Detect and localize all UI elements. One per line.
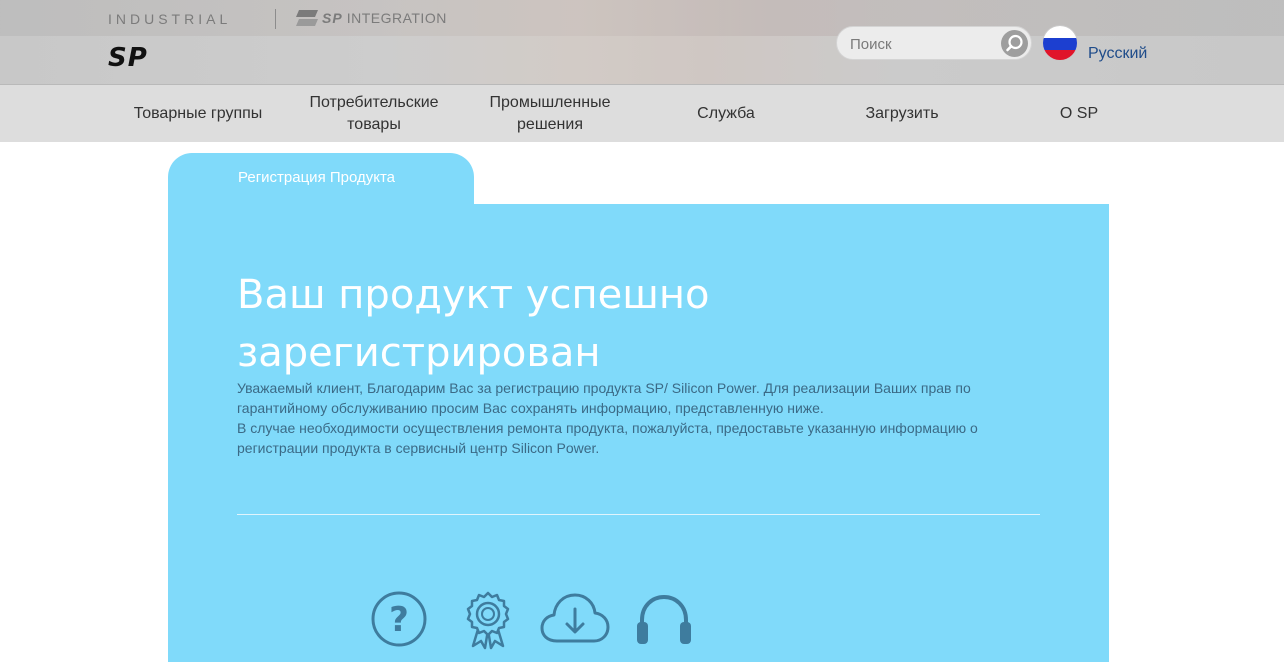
- sp-logo[interactable]: SP: [108, 45, 148, 71]
- cloud-download-icon[interactable]: [540, 590, 610, 646]
- top-header: INDUSTRIAL SP INTEGRATION SP Русский: [0, 0, 1284, 85]
- search-icon: [1006, 34, 1023, 52]
- info-paragraph-1: Уважаемый клиент, Благодарим Вас за реги…: [237, 380, 971, 416]
- nav-item-product-groups[interactable]: Товарные группы: [110, 85, 286, 142]
- page-title: Ваш продукт успешно зарегистрирован: [237, 272, 710, 376]
- nav-item-consumer-goods[interactable]: Потребительские товары: [286, 85, 462, 142]
- nav-item-service[interactable]: Служба: [638, 85, 814, 142]
- divider-line: [237, 514, 1040, 515]
- sp-integration-logo-icon: [296, 10, 318, 26]
- info-paragraph-2: В случае необходимости осуществления рем…: [237, 420, 978, 456]
- headphones-icon[interactable]: [634, 590, 694, 648]
- search-input[interactable]: [850, 34, 1000, 54]
- nav-item-download[interactable]: Загрузить: [814, 85, 990, 142]
- sp-integration-link[interactable]: SP INTEGRATION: [296, 10, 447, 26]
- registration-panel: Ваш продукт успешно зарегистрирован Уваж…: [168, 204, 1109, 662]
- search-box: [836, 26, 1032, 60]
- svg-text:?: ?: [389, 600, 409, 640]
- language-selector[interactable]: Русский: [1088, 45, 1147, 63]
- russia-flag-icon[interactable]: [1042, 25, 1078, 61]
- nav-item-about-sp[interactable]: О SP: [990, 85, 1168, 142]
- question-icon[interactable]: ?: [370, 590, 428, 648]
- info-text: Уважаемый клиент, Благодарим Вас за реги…: [237, 378, 1057, 458]
- tab-label: Регистрация Продукта: [238, 169, 396, 186]
- industrial-link[interactable]: INDUSTRIAL: [108, 11, 231, 27]
- nav-item-industrial-solutions[interactable]: Промышленные решения: [462, 85, 638, 142]
- sp-integration-label: INTEGRATION: [346, 10, 447, 26]
- main-nav: Товарные группы Потребительские товары П…: [0, 85, 1284, 142]
- divider: [275, 9, 276, 29]
- sp-integration-logo-text: SP: [322, 10, 343, 26]
- award-ribbon-icon[interactable]: [464, 590, 512, 650]
- search-button[interactable]: [1001, 30, 1028, 57]
